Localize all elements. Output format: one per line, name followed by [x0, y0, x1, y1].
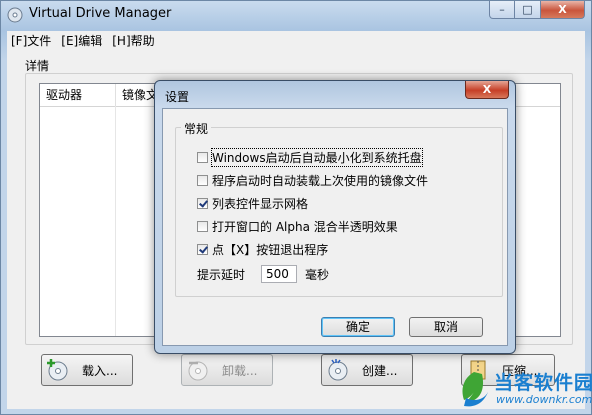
cancel-button[interactable]: 取消 [409, 317, 483, 337]
option-label: 列表控件显示网格 [212, 196, 309, 211]
minimize-button[interactable]: – [489, 1, 515, 19]
option-exit-on-close[interactable]: 点【X】按钮退出程序 [197, 241, 328, 257]
option-auto-mount[interactable]: 程序启动时自动装载上次使用的镜像文件 [197, 172, 428, 188]
settings-dialog: 设置 X 常规 Windows启动后自动最小化到系统托盘 程序启动时自动装载上次… [154, 80, 516, 354]
title-bar[interactable]: Virtual Drive Manager – □ X [1, 1, 591, 29]
tooltip-delay-label: 提示延时 [197, 267, 246, 282]
close-button[interactable]: X [541, 1, 585, 19]
tooltip-delay-input[interactable]: 500 [261, 265, 298, 283]
app-disc-icon [7, 7, 23, 23]
watermark-url: www.downkr.com [496, 393, 592, 406]
option-show-grid[interactable]: 列表控件显示网格 [197, 195, 308, 211]
option-label: 打开窗口的 Alpha 混合半透明效果 [212, 219, 398, 234]
unload-button[interactable]: 卸载... [181, 354, 273, 386]
dialog-close-button[interactable]: X [465, 81, 509, 99]
option-exit-on-close-checkbox[interactable] [197, 243, 208, 255]
minimize-icon: – [499, 3, 505, 16]
details-group-label: 详情 [25, 59, 50, 73]
menu-file[interactable]: [F]文件 [7, 32, 57, 49]
leaf-logo-icon [462, 372, 488, 407]
ok-button[interactable]: 确定 [321, 317, 395, 337]
create-button[interactable]: 创建... [321, 354, 413, 386]
general-group-label: 常规 [181, 120, 212, 137]
cd-add-icon [47, 359, 68, 381]
option-alpha-blend-checkbox[interactable] [197, 220, 208, 232]
watermark-title: 当客软件园 [494, 372, 592, 394]
close-icon: X [558, 3, 567, 16]
unload-button-label: 卸载... [222, 363, 258, 378]
option-alpha-blend[interactable]: 打开窗口的 Alpha 混合半透明效果 [197, 218, 398, 234]
column-drive[interactable]: 驱动器 [40, 84, 116, 106]
window-title: Virtual Drive Manager [29, 6, 172, 21]
site-watermark: 当客软件园 www.downkr.com [452, 366, 592, 415]
option-label: 点【X】按钮退出程序 [212, 242, 329, 257]
menu-help[interactable]: [H]帮助 [108, 32, 160, 49]
maximize-icon: □ [522, 3, 533, 16]
option-auto-mount-checkbox[interactable] [197, 174, 208, 186]
dialog-title: 设置 [165, 90, 190, 104]
option-label: 程序启动时自动装载上次使用的镜像文件 [212, 173, 429, 188]
maximize-button[interactable]: □ [515, 1, 541, 19]
tooltip-delay-row: 提示延时 500 毫秒 [197, 264, 329, 284]
tooltip-delay-unit: 毫秒 [305, 267, 330, 282]
load-button-label: 载入... [82, 363, 118, 378]
option-show-grid-checkbox[interactable] [197, 197, 208, 209]
dialog-client-area: 常规 Windows启动后自动最小化到系统托盘 程序启动时自动装载上次使用的镜像… [162, 108, 508, 346]
cd-eject-icon [188, 361, 208, 381]
grid-line [115, 106, 116, 336]
load-button[interactable]: 载入... [41, 354, 133, 386]
close-icon: X [482, 83, 492, 96]
window-controls: – □ X [489, 1, 585, 20]
menu-edit[interactable]: [E]编辑 [57, 32, 108, 49]
option-label: Windows启动后自动最小化到系统托盘 [211, 147, 423, 167]
menu-bar: [F]文件 [E]编辑 [H]帮助 [7, 31, 585, 49]
cd-create-icon [328, 359, 348, 381]
option-minimize-to-tray[interactable]: Windows启动后自动最小化到系统托盘 [197, 147, 423, 167]
option-minimize-to-tray-checkbox[interactable] [197, 151, 208, 163]
create-button-label: 创建... [362, 363, 398, 378]
